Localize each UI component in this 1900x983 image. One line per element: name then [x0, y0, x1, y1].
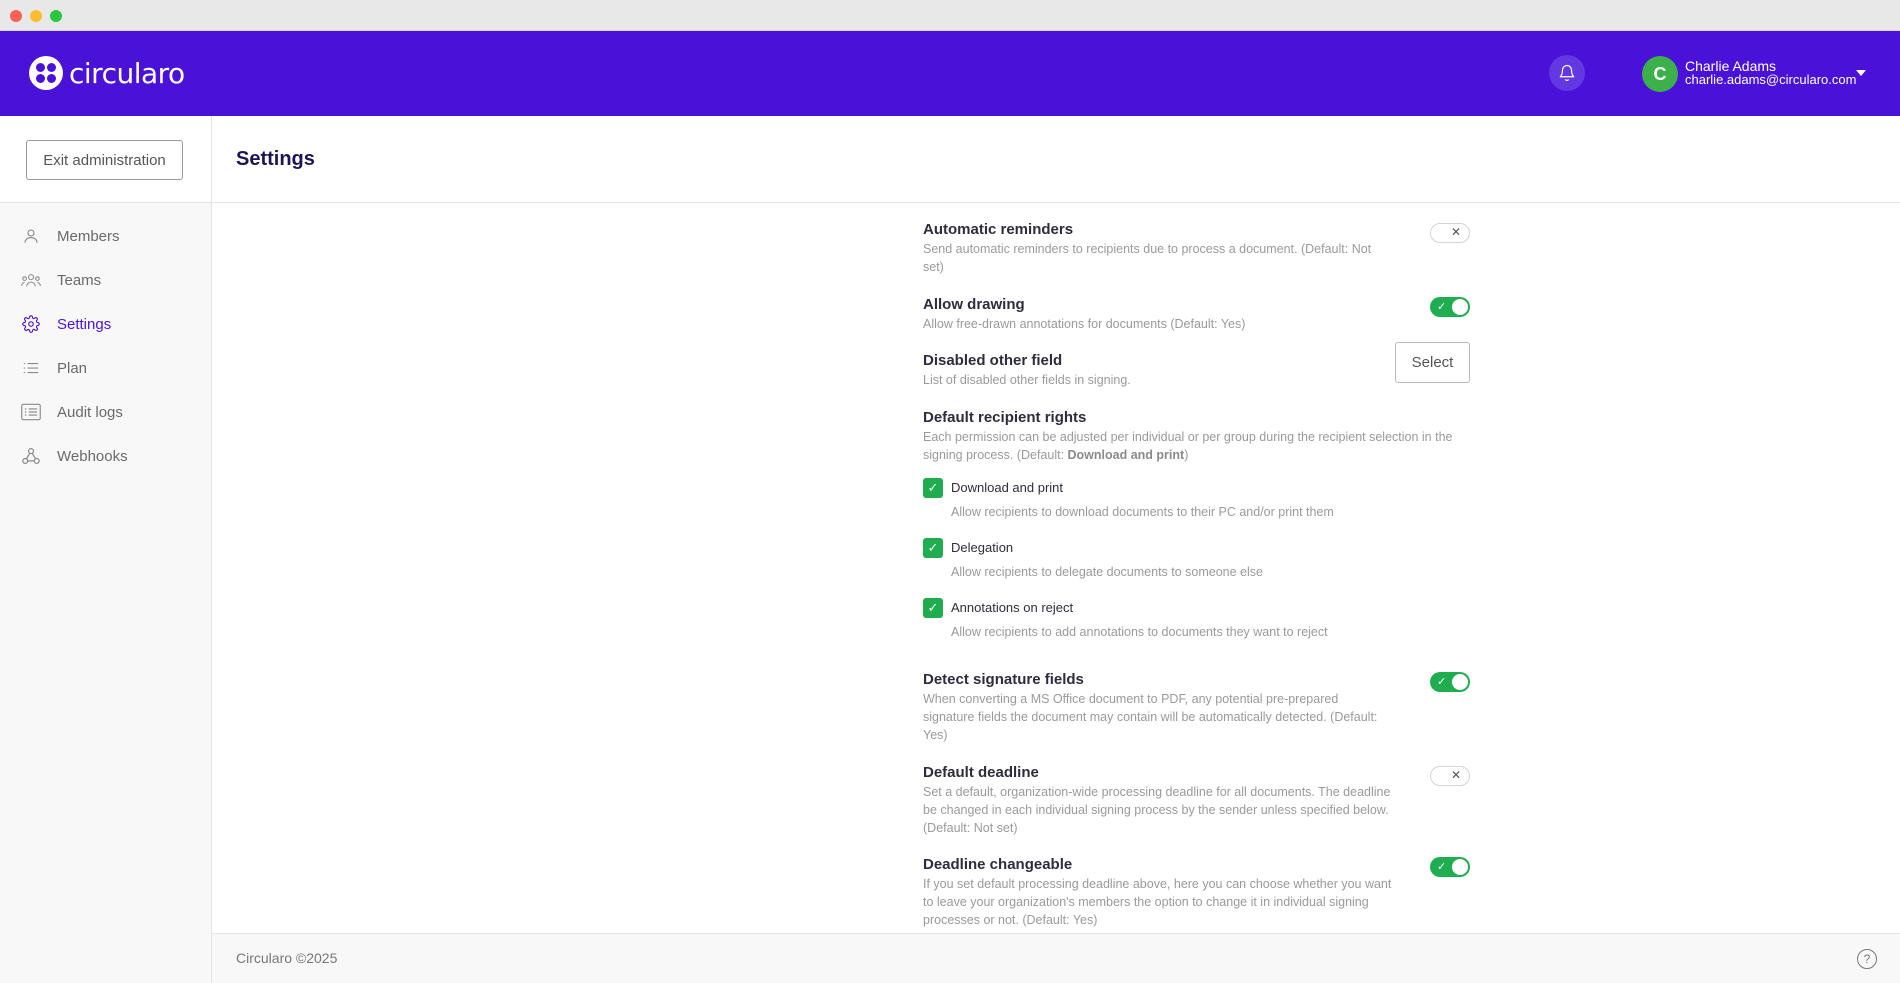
checkbox-description: Allow recipients to download documents t… — [951, 505, 1334, 519]
sidebar-item-label: Audit logs — [57, 403, 123, 421]
setting-disabled-other-field: Disabled other field List of disabled ot… — [923, 342, 1470, 389]
deadline-changeable-toggle[interactable]: ✓ — [1430, 857, 1470, 877]
team-icon — [21, 270, 41, 290]
toggle-knob — [1452, 674, 1468, 690]
setting-title: Detect signature fields — [923, 671, 1084, 688]
chevron-down-icon[interactable] — [1856, 70, 1866, 76]
logo-text: circularo — [69, 56, 185, 90]
sidebar-top: Exit administration — [0, 116, 211, 203]
setting-deadline-changeable: Deadline changeable If you set default p… — [923, 856, 1470, 929]
annotations-on-reject-checkbox[interactable]: ✓ — [923, 598, 943, 618]
automatic-reminders-toggle[interactable]: ✕ — [1430, 223, 1470, 243]
app-header: circularo C Charlie Adams charlie.adams@… — [0, 31, 1900, 116]
sidebar-item-plan[interactable]: Plan — [0, 346, 211, 390]
help-glyph: ? — [1863, 952, 1871, 966]
close-window-button[interactable] — [10, 10, 22, 22]
delegation-checkbox[interactable]: ✓ — [923, 538, 943, 558]
check-icon: ✓ — [1437, 860, 1447, 873]
toggle-knob — [1452, 859, 1468, 875]
user-menu[interactable]: Charlie Adams charlie.adams@circularo.co… — [1685, 59, 1856, 87]
checkbox-label: Delegation — [951, 540, 1014, 555]
setting-description: Each permission can be adjusted per indi… — [923, 428, 1470, 464]
setting-title: Disabled other field — [923, 352, 1063, 369]
setting-title: Automatic reminders — [923, 221, 1074, 238]
bell-icon — [1559, 64, 1575, 82]
list-icon — [21, 358, 41, 378]
setting-description: List of disabled other fields in signing… — [923, 373, 1131, 387]
webhook-icon — [21, 446, 41, 466]
maximize-window-button[interactable] — [50, 10, 62, 22]
setting-description: Set a default, organization-wide process… — [923, 785, 1391, 835]
setting-title: Deadline changeable — [923, 856, 1073, 873]
user-icon — [21, 226, 41, 246]
sidebar-item-audit-logs[interactable]: Audit logs — [0, 390, 211, 434]
user-email: charlie.adams@circularo.com — [1685, 72, 1857, 87]
sidebar-item-label: Settings — [57, 315, 112, 333]
checkbox-label: Download and print — [951, 480, 1064, 495]
logo[interactable]: circularo — [29, 56, 185, 90]
sidebar-item-label: Teams — [57, 271, 102, 289]
sidebar: Exit administration Members Teams Settin… — [0, 116, 212, 983]
exit-administration-button[interactable]: Exit administration — [26, 140, 183, 180]
notifications-button[interactable] — [1549, 55, 1585, 91]
page-title: Settings — [236, 148, 315, 170]
setting-default-recipient-rights: Default recipient rights Each permission… — [923, 409, 1470, 464]
check-icon: ✓ — [1437, 675, 1447, 688]
sidebar-item-label: Plan — [57, 359, 88, 377]
check-icon: ✓ — [927, 540, 939, 556]
page-header: Settings — [212, 116, 1900, 203]
toggle-knob — [1452, 299, 1468, 315]
sidebar-item-members[interactable]: Members — [0, 214, 211, 258]
sidebar-item-teams[interactable]: Teams — [0, 258, 211, 302]
check-icon: ✓ — [1437, 300, 1447, 313]
setting-detect-signature-fields: Detect signature fields When converting … — [923, 671, 1470, 744]
window-titlebar — [0, 0, 1900, 31]
sidebar-nav: Members Teams Settings Plan Audit logs W… — [0, 214, 211, 478]
close-icon: ✕ — [1450, 225, 1461, 239]
setting-default-deadline: Default deadline Set a default, organiza… — [923, 764, 1470, 837]
setting-title: Default recipient rights — [923, 409, 1087, 426]
logo-icon — [29, 56, 63, 90]
checkbox-description: Allow recipients to add annotations to d… — [951, 625, 1328, 639]
sidebar-item-settings[interactable]: Settings — [0, 302, 211, 346]
default-deadline-toggle[interactable]: ✕ — [1430, 766, 1470, 786]
checkbox-description: Allow recipients to delegate documents t… — [951, 565, 1263, 579]
sidebar-item-webhooks[interactable]: Webhooks — [0, 434, 211, 478]
setting-title: Allow drawing — [923, 296, 1025, 313]
checkbox-label: Annotations on reject — [951, 600, 1074, 615]
sidebar-item-label: Webhooks — [57, 447, 128, 465]
gear-icon — [21, 314, 41, 334]
setting-description: Send automatic reminders to recipients d… — [923, 242, 1372, 274]
help-icon[interactable]: ? — [1857, 949, 1877, 969]
allow-drawing-toggle[interactable]: ✓ — [1430, 297, 1470, 317]
setting-automatic-reminders: Automatic reminders Send automatic remin… — [923, 221, 1470, 276]
check-icon: ✓ — [927, 480, 939, 496]
copyright-text: Circularo ©2025 — [236, 950, 338, 966]
detect-signature-fields-toggle[interactable]: ✓ — [1430, 672, 1470, 692]
sidebar-item-label: Members — [57, 227, 120, 245]
settings-content: Automatic reminders Send automatic remin… — [212, 204, 1900, 932]
setting-allow-drawing: Allow drawing Allow free-drawn annotatio… — [923, 296, 1470, 333]
description-default: Download and print — [1067, 448, 1185, 462]
setting-description: When converting a MS Office document to … — [923, 692, 1378, 742]
user-name: Charlie Adams — [1685, 58, 1777, 74]
close-icon: ✕ — [1450, 768, 1461, 782]
setting-title: Default deadline — [923, 764, 1039, 781]
audit-log-icon — [21, 402, 41, 422]
minimize-window-button[interactable] — [30, 10, 42, 22]
disabled-other-field-select-button[interactable]: Select — [1395, 342, 1470, 383]
download-and-print-checkbox[interactable]: ✓ — [923, 478, 943, 498]
description-text: ) — [1184, 448, 1189, 462]
setting-description: If you set default processing deadline a… — [923, 877, 1392, 927]
check-icon: ✓ — [927, 600, 939, 616]
avatar[interactable]: C — [1642, 56, 1678, 92]
footer: Circularo ©2025 ? — [212, 933, 1900, 983]
setting-description: Allow free-drawn annotations for documen… — [923, 317, 1246, 331]
